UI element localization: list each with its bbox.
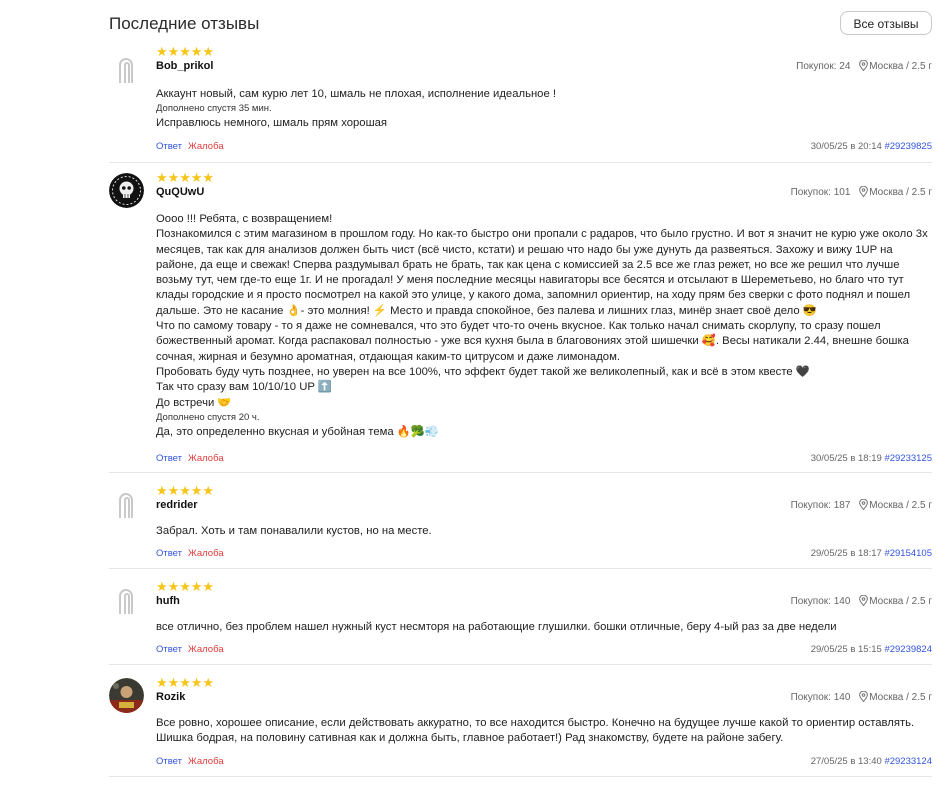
location-text: Москва / 2.5 г xyxy=(869,61,932,72)
review-date: 29/05/25 в 18:17 #29154105 xyxy=(810,548,932,559)
reply-link[interactable]: Ответ xyxy=(156,644,182,655)
location-pin-icon xyxy=(859,59,869,74)
order-id-link[interactable]: #29233124 xyxy=(884,756,932,767)
review-username: hufh xyxy=(156,595,180,607)
review-text: Аккаунт новый, сам курю лет 10, шмаль не… xyxy=(156,88,557,100)
review-date: 30/05/25 в 18:19 #29233125 xyxy=(810,453,932,464)
review-body: Все ровно, хорошее описание, если действ… xyxy=(156,716,932,747)
review-text: До встречи 🤝 xyxy=(156,396,232,409)
review-text: все отлично, без проблем нашел нужный ку… xyxy=(156,621,837,633)
review-text: Все ровно, хорошее описание, если действ… xyxy=(156,717,915,745)
order-id-link[interactable]: #29233125 xyxy=(884,453,932,464)
location-pin-icon xyxy=(859,594,869,609)
reply-link[interactable]: Ответ xyxy=(156,453,182,464)
rating-stars: ★★★★★ xyxy=(156,675,215,690)
all-reviews-button[interactable]: Все отзывы xyxy=(840,11,932,35)
review-text: Познакомился с этим магазином в прошлом … xyxy=(156,228,928,317)
purchases-label: Покупок: xyxy=(796,61,837,72)
placeholder-icon xyxy=(109,488,144,523)
purchases-count: 140 xyxy=(833,596,851,607)
order-id-link[interactable]: #29239825 xyxy=(884,141,932,152)
purchases-count: 24 xyxy=(839,61,851,72)
review-actions: Ответ Жалоба xyxy=(156,756,230,767)
section-title: Последние отзывы xyxy=(109,14,260,33)
purchases-count: 187 xyxy=(833,500,851,511)
purchases-label: Покупок: xyxy=(790,596,831,607)
review-username: redrider xyxy=(156,499,198,511)
reply-link[interactable]: Ответ xyxy=(156,756,182,767)
complaint-link[interactable]: Жалоба xyxy=(188,548,224,559)
placeholder-icon xyxy=(109,584,144,619)
review-text: Оооо !!! Ребята, с возвращением! xyxy=(156,213,333,225)
review-text: Что по самому товару - то я даже не сомн… xyxy=(156,320,909,363)
location-pin-icon xyxy=(859,690,869,705)
review-body: Аккаунт новый, сам курю лет 10, шмаль не… xyxy=(156,87,932,132)
rating-stars: ★★★★★ xyxy=(156,170,215,185)
purchases-label: Покупок: xyxy=(790,187,831,198)
location-text: Москва / 2.5 г xyxy=(869,692,932,703)
reply-link[interactable]: Ответ xyxy=(156,548,182,559)
location-pin-icon xyxy=(859,185,869,200)
review-meta: Покупок: 24 Москва / 2.5 г xyxy=(796,59,932,74)
rating-stars: ★★★★★ xyxy=(156,579,215,594)
review-username: QuQUwU xyxy=(156,186,205,198)
review-meta: Покупок: 101 Москва / 2.5 г xyxy=(790,185,932,200)
review-meta: Покупок: 140 Москва / 2.5 г xyxy=(790,594,932,609)
complaint-link[interactable]: Жалоба xyxy=(188,141,224,152)
location-pin-icon xyxy=(859,498,869,513)
complaint-link[interactable]: Жалоба xyxy=(188,756,224,767)
review-date: 30/05/25 в 20:14 #29239825 xyxy=(810,141,932,152)
purchases-count: 101 xyxy=(833,187,851,198)
review-actions: Ответ Жалоба xyxy=(156,453,230,464)
reply-link[interactable]: Ответ xyxy=(156,141,182,152)
complaint-link[interactable]: Жалоба xyxy=(188,644,224,655)
review-date: 29/05/25 в 15:15 #29239824 xyxy=(810,644,932,655)
reviews-widget: Последние отзывы Все отзывы ★★★★★ Bob_pr… xyxy=(0,0,950,800)
added-later-text: Да, это определенно вкусная и убойная те… xyxy=(156,425,439,438)
review-actions: Ответ Жалоба xyxy=(156,548,230,559)
review-card: ★★★★★ redrider Покупок: 187 Москва / 2.5… xyxy=(109,483,932,569)
review-body: Забрал. Хоть и там понавалили кустов, но… xyxy=(156,524,932,539)
complaint-link[interactable]: Жалоба xyxy=(188,453,224,464)
location-text: Москва / 2.5 г xyxy=(869,500,932,511)
purchases-label: Покупок: xyxy=(790,692,831,703)
review-username: Rozik xyxy=(156,691,186,703)
review-card: ★★★★★ QuQUwU Покупок: 101 Москва / 2.5 г… xyxy=(109,170,932,473)
review-username: Bob_prikol xyxy=(156,60,214,72)
review-body: все отлично, без проблем нашел нужный ку… xyxy=(156,620,932,635)
rating-stars: ★★★★★ xyxy=(156,483,215,498)
purchases-count: 140 xyxy=(833,692,851,703)
review-text: Так что сразу вам 10/10/10 UP ⬆️ xyxy=(156,381,332,394)
added-later-note: Дополнено спустя 35 мин. xyxy=(156,103,272,115)
review-card: ★★★★★ hufh Покупок: 140 Москва / 2.5 г в… xyxy=(109,579,932,665)
location-text: Москва / 2.5 г xyxy=(869,187,932,198)
purchases-label: Покупок: xyxy=(790,500,831,511)
review-text: Забрал. Хоть и там понавалили кустов, но… xyxy=(156,525,432,537)
review-card: ★★★★★ Rozik Покупок: 140 Москва / 2.5 г … xyxy=(109,675,932,777)
review-meta: Покупок: 187 Москва / 2.5 г xyxy=(790,498,932,513)
location-text: Москва / 2.5 г xyxy=(869,596,932,607)
skull-avatar xyxy=(109,173,144,208)
review-actions: Ответ Жалоба xyxy=(156,141,230,152)
review-card: ★★★★★ Bob_prikol Покупок: 24 Москва / 2.… xyxy=(109,44,932,163)
photo-avatar xyxy=(109,678,144,713)
reviews-header: Последние отзывы Все отзывы xyxy=(109,11,932,36)
review-text: Пробовать буду чуть позднее, но уверен н… xyxy=(156,365,810,378)
added-later-text: Исправлюсь немного, шмаль прям хорошая xyxy=(156,117,388,130)
review-meta: Покупок: 140 Москва / 2.5 г xyxy=(790,690,932,705)
review-date: 27/05/25 в 13:40 #29233124 xyxy=(810,756,932,767)
order-id-link[interactable]: #29154105 xyxy=(884,548,932,559)
rating-stars: ★★★★★ xyxy=(156,44,215,59)
review-body: Оооо !!! Ребята, с возвращением! Познако… xyxy=(156,212,932,440)
placeholder-icon xyxy=(109,53,144,88)
order-id-link[interactable]: #29239824 xyxy=(884,644,932,655)
review-actions: Ответ Жалоба xyxy=(156,644,230,655)
added-later-note: Дополнено спустя 20 ч. xyxy=(156,411,260,423)
